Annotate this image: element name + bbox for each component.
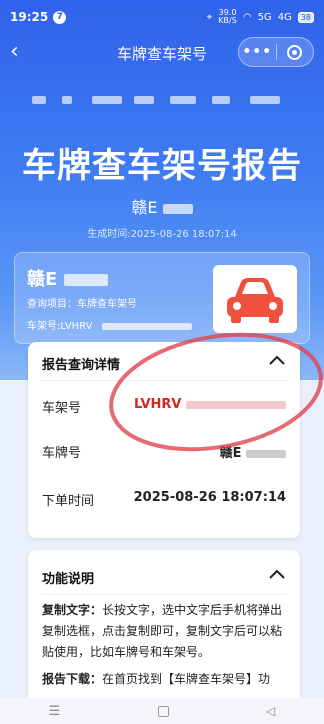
function-download-text: 在首页找到【车牌查车架号】功 xyxy=(102,672,271,686)
vehicle-plate-prefix: 赣E xyxy=(27,269,58,290)
status-right: ⌖ 39.0 KB/S ◠ 5G 4G 38 xyxy=(207,9,314,25)
report-detail-card: 报告查询详情 车架号 LVHRV 车牌号 赣E 下单时间 2025-08-26 … xyxy=(28,342,300,538)
detail-title: 报告查询详情 xyxy=(42,358,121,373)
row-value-order-time: 2025-08-26 18:07:14 xyxy=(133,490,286,505)
battery-indicator: 38 xyxy=(297,11,314,23)
mask-block xyxy=(101,322,192,330)
mask-block xyxy=(212,96,230,104)
mini-program-capsule: ••• xyxy=(238,37,314,67)
status-time: 19:25 xyxy=(10,10,49,24)
row-value-plate-text: 赣E xyxy=(219,446,242,461)
mask-block xyxy=(162,203,193,214)
row-label-order-time: 下单时间 xyxy=(42,494,95,509)
mask-block xyxy=(62,96,72,104)
function-text: 复制文字：长按文字，选中文字后手机将弹出复制选框，点击复制即可，复制文字后可以粘… xyxy=(42,600,288,690)
row-label-vin: 车架号 xyxy=(42,401,82,416)
function-copy-paragraph: 复制文字：长按文字，选中文字后手机将弹出复制选框，点击复制即可，复制文字后可以粘… xyxy=(42,600,288,663)
system-nav-bar: ☰ ◁ xyxy=(0,698,324,724)
vehicle-vin: 车架号:LVHRV xyxy=(27,317,192,332)
generated-time: 生成时间:2025-08-26 18:07:14 xyxy=(87,229,237,240)
car-icon-box xyxy=(213,265,297,333)
target-circle-icon[interactable] xyxy=(276,44,313,60)
mask-block xyxy=(63,274,108,286)
row-label-plate: 车牌号 xyxy=(42,446,82,461)
vehicle-plate: 赣E xyxy=(27,265,108,291)
row-value-vin: LVHRV xyxy=(134,397,286,412)
query-item: 查询项目：车牌查车架号 xyxy=(27,299,137,310)
mask-block xyxy=(250,96,280,104)
row-value-plate: 赣E xyxy=(220,442,286,461)
function-download-paragraph: 报告下载：在首页找到【车牌查车架号】功 xyxy=(42,669,288,690)
net-speed: 39.0 KB/S xyxy=(218,9,237,25)
chevron-up-icon[interactable] xyxy=(266,564,288,586)
mask-block xyxy=(186,400,286,409)
divider xyxy=(42,380,286,381)
menu-icon[interactable]: ☰ xyxy=(49,704,61,719)
hero-plate-prefix: 赣E xyxy=(131,198,158,217)
notification-badge: 7 xyxy=(53,10,67,24)
mask-block xyxy=(32,96,46,104)
vehicle-vin-label: 车架号:LVHRV xyxy=(27,321,93,332)
mask-block xyxy=(134,96,154,104)
more-dots-icon[interactable]: ••• xyxy=(239,44,276,60)
chevron-up-icon[interactable] xyxy=(266,350,288,372)
back-icon[interactable]: ◁ xyxy=(266,704,275,718)
row-value-vin-text: LVHRV xyxy=(133,397,182,412)
status-bar: 19:25 7 ⌖ 39.0 KB/S ◠ 5G 4G 38 xyxy=(0,0,324,34)
nav-bar: ‹ 车牌查车架号 ••• xyxy=(0,34,324,70)
divider xyxy=(42,594,286,595)
mask-block xyxy=(92,96,122,104)
function-title: 功能说明 xyxy=(42,572,95,587)
vehicle-summary-card: 赣E 查询项目：车牌查车架号 车架号:LVHRV xyxy=(14,252,310,344)
mask-block xyxy=(246,449,286,458)
wifi-icon: ◠ xyxy=(242,11,252,23)
report-headline: 车牌查车架号报告 xyxy=(22,146,302,186)
net-speed-unit: KB/S xyxy=(218,16,237,25)
function-copy-label: 复制文字： xyxy=(42,603,103,617)
car-icon xyxy=(227,278,283,323)
home-icon[interactable] xyxy=(157,705,169,717)
signal-4g: 4G xyxy=(277,11,292,23)
hero-plate: 赣E xyxy=(0,194,324,218)
signal-5g: 5G xyxy=(257,11,272,23)
location-icon: ⌖ xyxy=(206,11,213,23)
mask-block xyxy=(170,96,196,104)
function-download-label: 报告下载： xyxy=(42,672,103,686)
